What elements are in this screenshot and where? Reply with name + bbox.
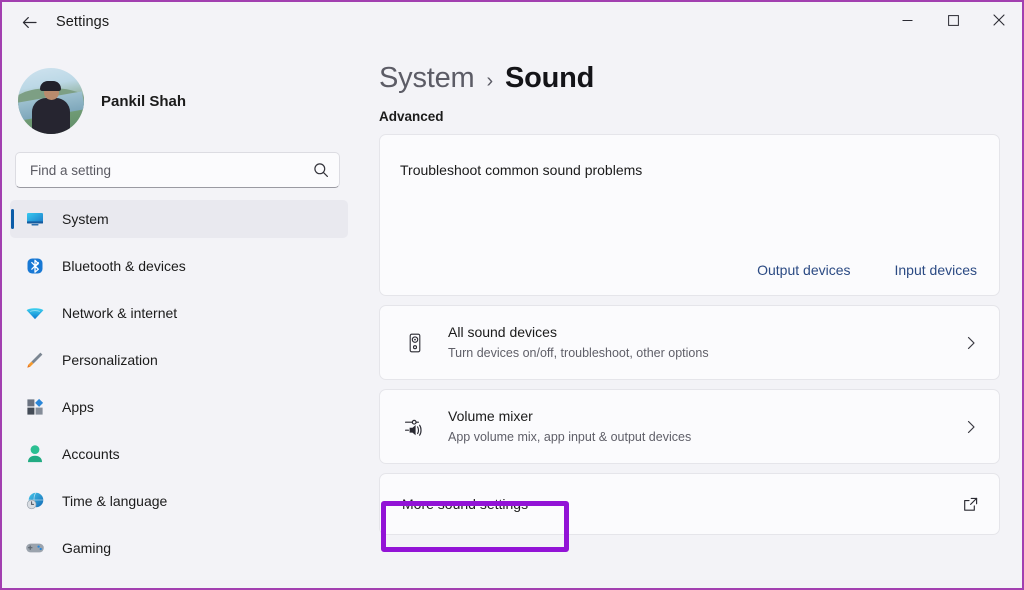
window-title: Settings <box>56 14 109 30</box>
troubleshoot-label: Troubleshoot common sound problems <box>400 162 999 178</box>
back-arrow-icon <box>21 14 38 31</box>
close-button[interactable] <box>976 2 1022 38</box>
profile-name: Pankil Shah <box>101 93 186 110</box>
row-text: All sound devices Turn devices on/off, t… <box>448 323 963 362</box>
sidebar-item-bluetooth-devices[interactable]: Bluetooth & devices <box>10 247 348 285</box>
breadcrumb: System › Sound <box>360 42 1022 95</box>
sidebar-item-label: Bluetooth & devices <box>62 258 186 274</box>
sidebar-nav: System Bluetooth & devices <box>2 200 360 567</box>
sidebar-item-label: Apps <box>62 399 94 415</box>
breadcrumb-parent[interactable]: System <box>379 62 475 95</box>
sidebar-item-label: Accounts <box>62 446 120 462</box>
bluetooth-icon <box>24 255 46 277</box>
speaker-device-icon <box>400 332 430 354</box>
clock-globe-icon <box>24 490 46 512</box>
avatar-body <box>32 98 70 134</box>
paintbrush-icon <box>24 349 46 371</box>
wifi-icon <box>24 302 46 324</box>
search-icon <box>313 162 329 178</box>
volume-mixer-icon <box>400 415 430 439</box>
title-bar: Settings <box>2 2 1022 42</box>
settings-cards: Troubleshoot common sound problems Outpu… <box>360 124 1022 535</box>
sidebar-item-time-language[interactable]: Time & language <box>10 482 348 520</box>
minimize-icon <box>902 15 913 26</box>
sidebar-item-gaming[interactable]: Gaming <box>10 529 348 567</box>
sidebar-item-personalization[interactable]: Personalization <box>10 341 348 379</box>
troubleshoot-links: Output devices Input devices <box>757 262 977 278</box>
row-text: Volume mixer App volume mix, app input &… <box>448 407 963 446</box>
sidebar-item-label: Network & internet <box>62 305 177 321</box>
sidebar-item-network-internet[interactable]: Network & internet <box>10 294 348 332</box>
avatar <box>18 68 84 134</box>
gamepad-icon <box>24 537 46 559</box>
window-controls <box>884 2 1022 38</box>
apps-grid-icon <box>24 396 46 418</box>
section-title: Advanced <box>360 95 1022 124</box>
minimize-button[interactable] <box>884 2 930 38</box>
row-subtitle: App volume mix, app input & output devic… <box>448 428 963 446</box>
more-sound-settings-label: More sound settings <box>400 496 962 512</box>
external-link-icon <box>962 496 979 513</box>
row-title: All sound devices <box>448 323 963 342</box>
search-box[interactable] <box>15 152 340 188</box>
settings-window: Settings <box>0 0 1024 590</box>
profile-block[interactable]: Pankil Shah <box>2 42 360 138</box>
sidebar-item-label: Time & language <box>62 493 167 509</box>
monitor-icon <box>24 208 46 230</box>
sidebar-item-label: Personalization <box>62 352 158 368</box>
sidebar: Pankil Shah <box>2 42 360 590</box>
person-icon <box>24 443 46 465</box>
sidebar-item-accounts[interactable]: Accounts <box>10 435 348 473</box>
row-subtitle: Turn devices on/off, troubleshoot, other… <box>448 344 963 362</box>
back-button[interactable] <box>12 6 46 38</box>
sidebar-item-system[interactable]: System <box>10 200 348 238</box>
row-all-sound-devices[interactable]: All sound devices Turn devices on/off, t… <box>379 305 1000 380</box>
sidebar-item-label: Gaming <box>62 540 111 556</box>
main-content: System › Sound Advanced Troubleshoot com… <box>360 42 1022 590</box>
row-more-sound-settings[interactable]: More sound settings <box>379 473 1000 535</box>
chevron-right-icon <box>963 335 979 351</box>
row-volume-mixer[interactable]: Volume mixer App volume mix, app input &… <box>379 389 1000 464</box>
maximize-icon <box>948 15 959 26</box>
input-devices-link[interactable]: Input devices <box>895 262 978 278</box>
maximize-button[interactable] <box>930 2 976 38</box>
sidebar-item-apps[interactable]: Apps <box>10 388 348 426</box>
avatar-hair <box>40 81 61 91</box>
page-title: Sound <box>505 62 594 95</box>
row-title: Volume mixer <box>448 407 963 426</box>
sidebar-item-label: System <box>62 211 109 227</box>
search-input[interactable] <box>30 163 313 178</box>
breadcrumb-separator: › <box>487 70 493 93</box>
troubleshoot-card: Troubleshoot common sound problems Outpu… <box>379 134 1000 296</box>
close-icon <box>993 14 1005 26</box>
output-devices-link[interactable]: Output devices <box>757 262 850 278</box>
chevron-right-icon <box>963 419 979 435</box>
